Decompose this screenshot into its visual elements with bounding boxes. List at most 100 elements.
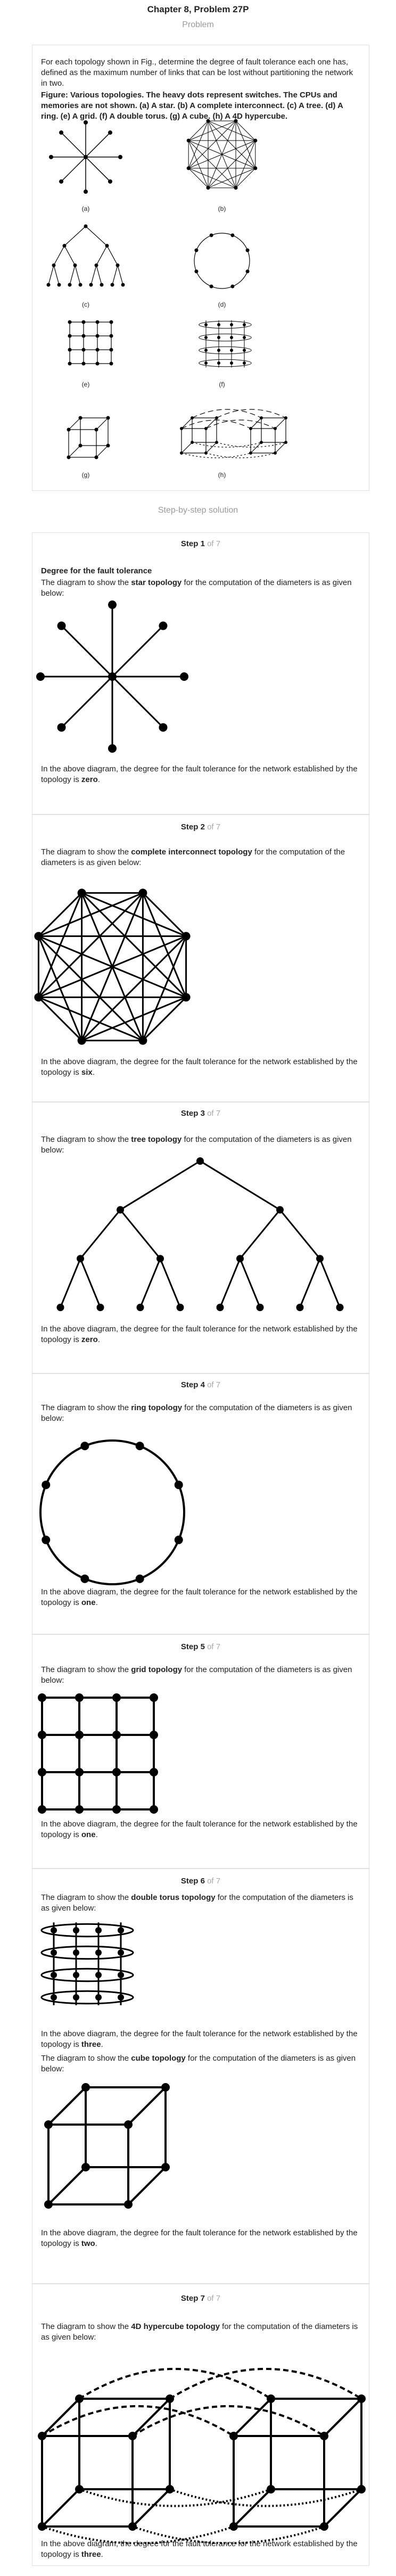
link <box>41 2398 80 2437</box>
switch-node <box>112 1731 121 1739</box>
switch-node <box>73 263 77 267</box>
link <box>239 1209 281 1260</box>
switch-node <box>243 336 246 339</box>
switch-node <box>108 130 112 135</box>
step-2-card: Step 2 of 7 The diagram to show the comp… <box>32 814 369 1102</box>
switch-node <box>73 1927 79 1933</box>
switch-node <box>118 1994 124 2001</box>
step-1-conclusion: In the above diagram, the degree for the… <box>41 764 358 784</box>
link <box>142 892 187 937</box>
switch-node <box>81 361 86 366</box>
switch-node <box>117 1206 124 1214</box>
switch-node <box>77 1036 86 1045</box>
switch-node <box>204 323 208 326</box>
switch-node <box>118 1949 124 1956</box>
switch-node <box>108 672 117 681</box>
link <box>38 892 82 937</box>
switch-node <box>59 130 64 135</box>
switch-node <box>112 1693 121 1702</box>
link <box>81 892 187 998</box>
switch-node <box>84 120 88 125</box>
switch-node <box>118 1972 124 1978</box>
switch-node <box>230 361 233 365</box>
link <box>127 2166 167 2205</box>
switch-node <box>84 190 88 194</box>
hypercube-4d-diagram <box>38 2368 366 2545</box>
switch-node <box>186 138 191 143</box>
link <box>48 265 54 285</box>
link <box>38 935 144 1041</box>
switch-node <box>36 672 45 681</box>
switch-node <box>138 1036 147 1045</box>
link <box>85 226 108 246</box>
ring-link <box>39 1439 185 1585</box>
switch-node <box>51 1994 57 2001</box>
switch-node <box>77 1255 84 1263</box>
link <box>96 265 102 285</box>
switch-node <box>118 1927 124 1933</box>
switch-node <box>138 888 147 898</box>
switch-node <box>38 1805 46 1814</box>
switch-node <box>84 224 88 228</box>
switch-node <box>112 1805 121 1814</box>
switch-node <box>56 1304 64 1311</box>
switch-node <box>81 348 86 352</box>
step-3-conclusion: In the above diagram, the degree for the… <box>41 1324 358 1344</box>
link <box>75 265 81 285</box>
switch-node <box>161 2083 170 2092</box>
switch-node <box>276 1206 284 1214</box>
switch-node <box>75 1731 84 1739</box>
switch-node <box>109 361 113 366</box>
link <box>38 997 82 1041</box>
step-6-cube-conclusion: In the above diagram, the degree for the… <box>41 2228 358 2248</box>
link <box>47 2166 87 2205</box>
switch-node <box>336 1304 344 1311</box>
link <box>319 1258 341 1308</box>
switch-node <box>81 334 86 338</box>
switch-node <box>229 2522 238 2531</box>
switch-node <box>59 179 64 184</box>
link <box>139 1258 161 1308</box>
switch-node <box>108 600 117 609</box>
switch-node <box>204 336 208 339</box>
double-torus-diagram <box>40 1922 170 2209</box>
switch-node <box>106 416 110 420</box>
switch-node <box>217 323 220 326</box>
step-7-conclusion: In the above diagram, the degree for the… <box>41 2539 358 2559</box>
switch-node <box>112 1768 121 1776</box>
switch-node <box>34 993 43 1002</box>
link <box>68 445 81 458</box>
switch-node <box>75 1693 84 1702</box>
switch-node <box>38 1693 46 1702</box>
switch-node <box>42 1535 51 1544</box>
switch-node <box>150 1693 158 1702</box>
switch-node <box>209 284 213 289</box>
switch-node <box>216 1304 224 1311</box>
switch-node <box>68 361 72 366</box>
problem-label: Problem <box>182 20 214 29</box>
link <box>61 676 113 728</box>
switch-node <box>95 1994 102 2001</box>
switch-node <box>150 1768 158 1776</box>
switch-node <box>161 2163 170 2171</box>
switch-node <box>209 233 213 237</box>
link <box>188 140 236 188</box>
link <box>205 417 217 429</box>
switch-node <box>67 427 71 432</box>
switch-node <box>67 455 71 459</box>
link <box>142 997 187 1041</box>
switch-node <box>75 1768 84 1776</box>
link <box>112 265 118 285</box>
link <box>119 1209 161 1260</box>
switch-node <box>52 263 56 267</box>
link <box>79 1209 121 1260</box>
switch-node <box>357 2485 366 2493</box>
link <box>120 1160 201 1211</box>
link <box>61 132 86 158</box>
link <box>188 120 236 169</box>
switch-node <box>316 1255 324 1263</box>
label-g: (g) <box>81 471 90 479</box>
switch-node <box>274 451 277 455</box>
switch-node <box>159 621 168 630</box>
link <box>127 2086 167 2126</box>
